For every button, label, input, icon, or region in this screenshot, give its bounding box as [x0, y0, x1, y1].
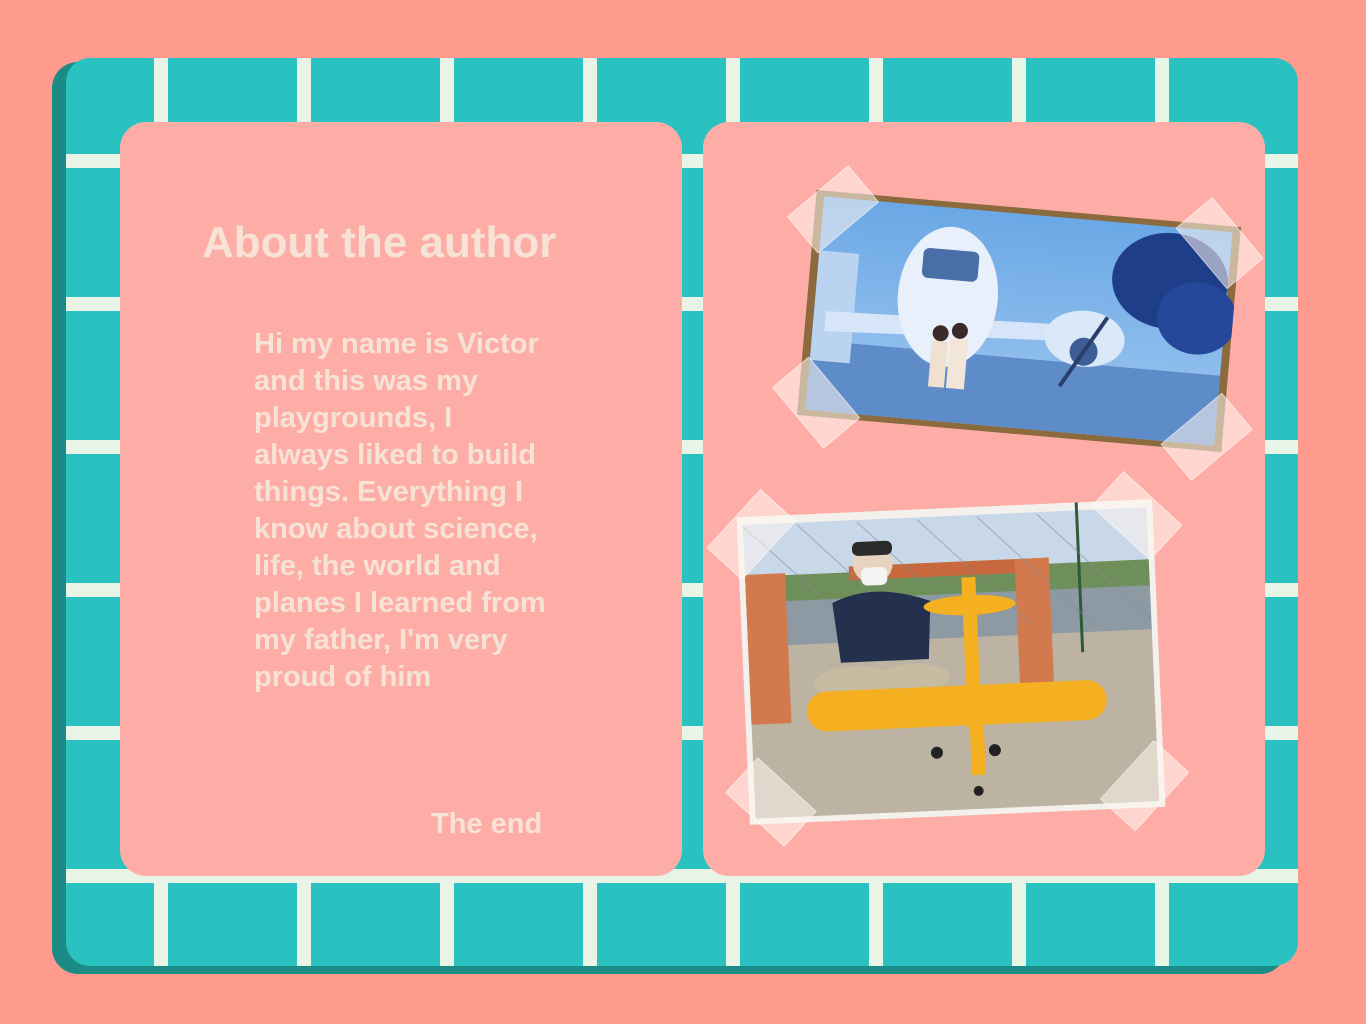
- end-label: The end: [431, 808, 543, 840]
- airplane-photo-image: [796, 189, 1242, 453]
- photo-model-airplane: [706, 471, 1190, 847]
- model-airplane-photo-image: [736, 499, 1166, 825]
- page-left: About the author Hi my name is Victor an…: [120, 122, 682, 876]
- author-bio-text: Hi my name is Victor and this was my pla…: [254, 328, 546, 693]
- photo-old-airplane: [772, 165, 1264, 481]
- page-title: About the author: [202, 218, 557, 267]
